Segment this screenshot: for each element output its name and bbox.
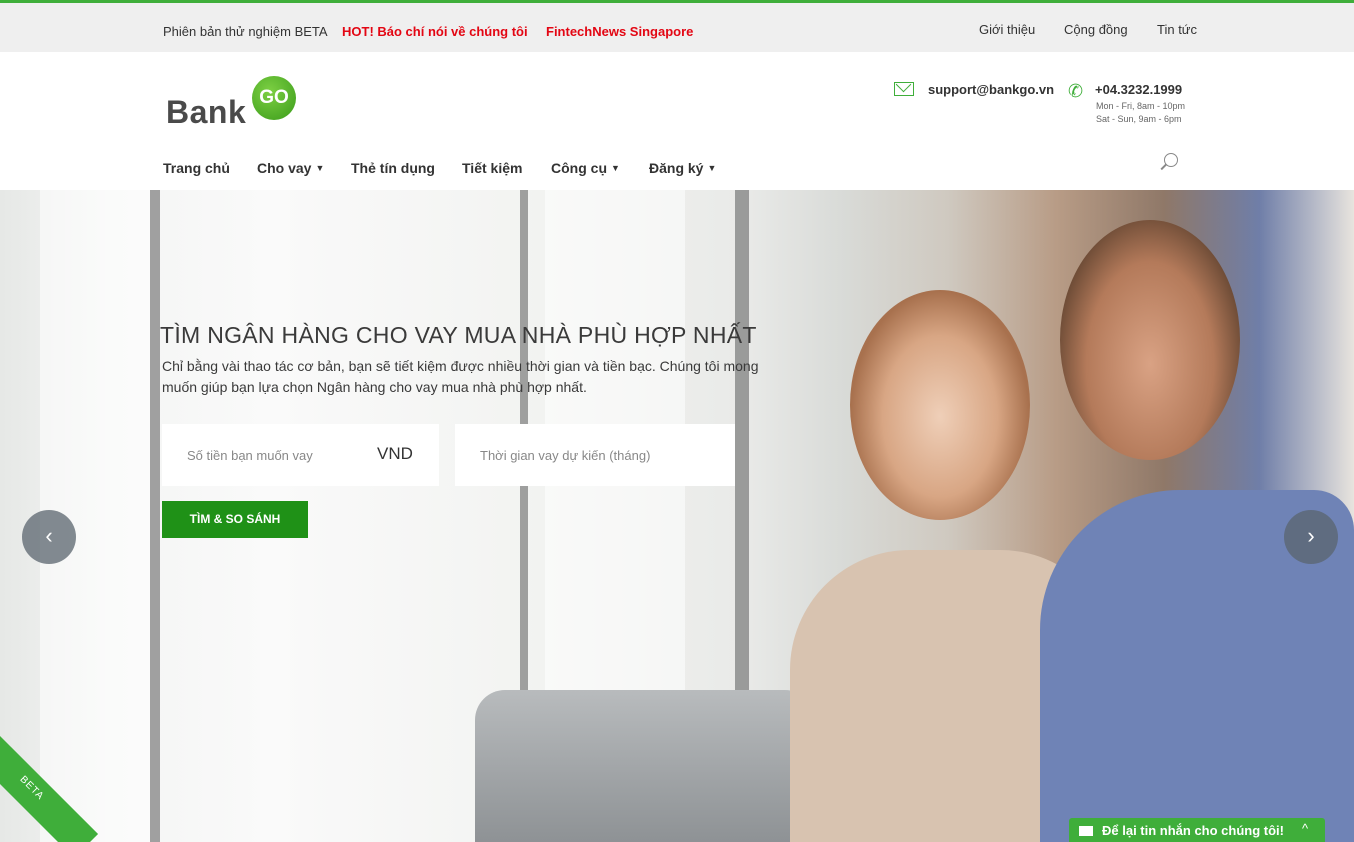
hot-press-link[interactable]: HOT! Báo chí nói về chúng tôi — [342, 24, 528, 39]
hero-sofa — [475, 690, 815, 842]
nav-item-tools[interactable]: Công cụ ▼ — [551, 160, 620, 176]
nav-item-label: Đăng ký — [649, 160, 704, 176]
hero-man-head — [1060, 220, 1240, 460]
hero-woman-head — [850, 290, 1030, 520]
nav-item-label: Cho vay — [257, 160, 312, 176]
nav-item-credit-cards[interactable]: Thẻ tín dụng — [351, 160, 435, 176]
carousel-dots — [664, 838, 706, 842]
envelope-icon — [894, 82, 914, 96]
phone-icon: ✆ — [1068, 81, 1084, 101]
caret-down-icon: ▼ — [315, 163, 325, 173]
beta-ribbon-label: BETA — [17, 773, 47, 803]
loan-amount-box: VND — [162, 424, 439, 486]
top-bar: Phiên bản thử nghiệm BETA HOT! Báo chí n… — [0, 0, 1354, 52]
envelope-icon — [1079, 826, 1093, 836]
nav-item-savings[interactable]: Tiết kiệm — [462, 160, 522, 176]
nav-item-loans[interactable]: Cho vay ▼ — [257, 160, 324, 176]
top-link-about[interactable]: Giới thiệu — [979, 22, 1035, 37]
loan-term-box — [455, 424, 735, 486]
search-icon[interactable] — [1159, 151, 1179, 173]
currency-unit: VND — [377, 444, 413, 463]
hours-weekend: Sat - Sun, 9am - 6pm — [1096, 114, 1182, 124]
caret-down-icon: ▼ — [611, 163, 620, 173]
hero-bg-frame — [150, 190, 160, 842]
hero-subtitle: Chỉ bằng vài thao tác cơ bản, bạn sẽ tiế… — [162, 358, 759, 395]
phone-number[interactable]: +04.3232.1999 — [1095, 82, 1182, 97]
carousel-prev-arrow-icon[interactable]: ‹ — [22, 510, 76, 564]
top-link-news[interactable]: Tin tức — [1157, 22, 1197, 37]
hero-title: TÌM NGÂN HÀNG CHO VAY MUA NHÀ PHÙ HỢP NH… — [160, 322, 757, 348]
beta-notice: Phiên bản thử nghiệm BETA — [163, 24, 328, 39]
chevron-up-icon[interactable]: ^ — [1302, 821, 1308, 836]
search-compare-button[interactable]: TÌM & SO SÁNH — [162, 501, 308, 538]
nav-item-label: Thẻ tín dụng — [351, 160, 435, 176]
nav-item-label: Tiết kiệm — [462, 160, 523, 176]
caret-down-icon: ▼ — [707, 163, 717, 173]
chat-widget-label: Để lại tin nhắn cho chúng tôi! — [1102, 823, 1284, 838]
logo-wordmark: Bank — [166, 94, 247, 130]
email-address[interactable]: support@bankgo.vn — [928, 82, 1054, 97]
fintechnews-link[interactable]: FintechNews Singapore — [546, 24, 693, 39]
carousel-next-arrow-icon[interactable]: › — [1284, 510, 1338, 564]
hours-weekday: Mon - Fri, 8am - 10pm — [1096, 101, 1186, 111]
search-icon-handle — [1160, 163, 1167, 170]
nav-item-label: Công cụ — [551, 160, 607, 176]
nav-item-home[interactable]: Trang chủ — [163, 160, 230, 176]
chat-widget-bar[interactable]: Để lại tin nhắn cho chúng tôi! ^ — [1069, 818, 1325, 842]
loan-term-input[interactable] — [455, 424, 735, 486]
hero-banner: TÌM NGÂN HÀNG CHO VAY MUA NHÀ PHÙ HỢP NH… — [0, 190, 1354, 842]
nav-item-register[interactable]: Đăng ký ▼ — [649, 160, 716, 176]
top-link-community[interactable]: Cộng đồng — [1064, 22, 1128, 37]
nav-item-label: Trang chủ — [163, 160, 230, 176]
logo-go-badge: GO — [252, 76, 296, 120]
